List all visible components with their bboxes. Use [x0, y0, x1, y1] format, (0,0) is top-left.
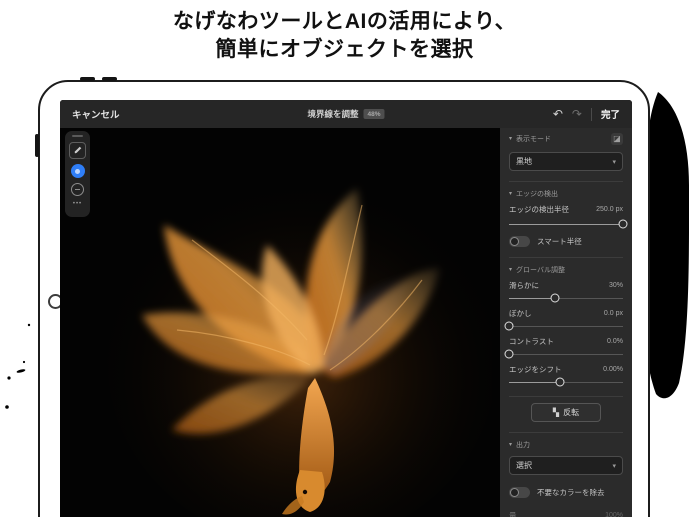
- contrast-slider[interactable]: [509, 348, 623, 360]
- toolbar-drag-handle[interactable]: [72, 135, 83, 137]
- brush-icon: [73, 146, 82, 155]
- divider: [509, 396, 623, 397]
- decontaminate-label: 不要なカラーを除去: [537, 487, 605, 498]
- shift-edge-value: 0.00%: [603, 366, 623, 373]
- feather-value: 0.0 px: [604, 310, 623, 317]
- slider-knob[interactable]: [619, 220, 628, 229]
- feather-label: ぼかし: [509, 308, 532, 319]
- global-adjust-label: グローバル調整: [516, 265, 565, 275]
- contrast-label: コントラスト: [509, 336, 554, 347]
- output-label: 出力: [516, 440, 530, 450]
- page: なげなわツールとAIの活用により、簡単にオブジェクトを選択 キャンセル 境界線を…: [0, 0, 689, 517]
- radius-slider[interactable]: [509, 218, 623, 230]
- betta-fish-image: [72, 130, 492, 517]
- chevron-down-icon: ▾: [612, 462, 616, 470]
- feather-slider[interactable]: [509, 320, 623, 332]
- app-bar-title-group: 境界線を調整 48%: [307, 108, 384, 120]
- divider: [509, 432, 623, 433]
- volume-button-2: [102, 77, 117, 81]
- display-mode-label: 表示モード: [516, 134, 551, 144]
- brush-tool-button[interactable]: [69, 142, 86, 159]
- smart-radius-label: スマート半径: [537, 236, 582, 247]
- divider: [591, 108, 592, 121]
- app-bar-actions: ↶ ↷ 完了: [553, 107, 620, 121]
- slider-knob[interactable]: [505, 350, 514, 359]
- app-screen: キャンセル 境界線を調整 48% ↶ ↷ 完了: [60, 100, 632, 517]
- amount-row: 量 100%: [509, 510, 623, 517]
- radius-row: エッジの検出半径 250.0 px: [509, 204, 623, 215]
- tool-bar: •••: [65, 131, 90, 217]
- display-mode-dropdown[interactable]: 黒地 ▾: [509, 152, 623, 171]
- divider: [509, 257, 623, 258]
- smooth-value: 30%: [609, 282, 623, 289]
- radius-label: エッジの検出半径: [509, 204, 569, 215]
- smooth-label: 滑らかに: [509, 280, 539, 291]
- invert-icon: ▚: [553, 409, 559, 417]
- radius-value: 250.0 px: [596, 206, 623, 213]
- edge-detection-header[interactable]: ▾ エッジの検出: [509, 189, 623, 199]
- display-mode-value: 黒地: [516, 156, 532, 167]
- minus-icon: [75, 189, 80, 191]
- chevron-down-icon: ▾: [509, 442, 512, 448]
- app-bar: キャンセル 境界線を調整 48% ↶ ↷ 完了: [60, 100, 632, 128]
- shift-edge-row: エッジをシフト 0.00%: [509, 364, 623, 375]
- done-button[interactable]: 完了: [601, 107, 620, 121]
- slider-knob[interactable]: [505, 322, 514, 331]
- chevron-down-icon: ▾: [509, 191, 512, 197]
- slider-knob[interactable]: [550, 294, 559, 303]
- preview-toggle-icon[interactable]: ◪: [611, 133, 623, 145]
- power-button: [35, 134, 39, 157]
- volume-button-1: [80, 77, 95, 81]
- contrast-row: コントラスト 0.0%: [509, 336, 623, 347]
- output-header[interactable]: ▾ 出力: [509, 440, 623, 450]
- zoom-badge: 48%: [364, 109, 385, 119]
- display-mode-header[interactable]: ▾ 表示モード: [509, 134, 551, 144]
- smooth-row: 滑らかに 30%: [509, 280, 623, 291]
- shift-edge-slider[interactable]: [509, 376, 623, 388]
- smart-radius-toggle[interactable]: [509, 236, 530, 247]
- amount-label: 量: [509, 510, 517, 517]
- add-icon: [75, 169, 80, 174]
- add-selection-button[interactable]: [71, 164, 85, 178]
- global-adjust-header[interactable]: ▾ グローバル調整: [509, 265, 623, 275]
- tablet-mockup: キャンセル 境界線を調整 48% ↶ ↷ 完了: [38, 80, 650, 517]
- chevron-down-icon: ▾: [612, 158, 616, 166]
- refine-edge-panel: ▾ 表示モード ◪ 黒地 ▾ ▾ エッジの検出 エッジの検出半径 250.0 p…: [500, 128, 632, 517]
- cancel-button[interactable]: キャンセル: [72, 107, 120, 121]
- redo-icon[interactable]: ↷: [572, 108, 582, 120]
- amount-value: 100%: [605, 512, 623, 517]
- decontaminate-toggle[interactable]: [509, 487, 530, 498]
- edge-detection-label: エッジの検出: [516, 189, 558, 199]
- smooth-slider[interactable]: [509, 292, 623, 304]
- chevron-down-icon: ▾: [509, 267, 512, 273]
- shift-edge-label: エッジをシフト: [509, 364, 562, 375]
- decontaminate-row: 不要なカラーを除去: [509, 487, 623, 498]
- smart-radius-row: スマート半径: [509, 236, 623, 247]
- divider: [509, 181, 623, 182]
- more-options-button[interactable]: •••: [73, 201, 82, 207]
- output-value: 選択: [516, 460, 532, 471]
- invert-button-label: 反転: [563, 407, 579, 418]
- contrast-value: 0.0%: [607, 338, 623, 345]
- output-dropdown[interactable]: 選択 ▾: [509, 456, 623, 475]
- chevron-down-icon: ▾: [509, 136, 512, 142]
- refine-edge-title: 境界線を調整: [307, 108, 358, 120]
- canvas[interactable]: [60, 128, 500, 517]
- undo-icon[interactable]: ↶: [553, 108, 563, 120]
- feather-row: ぼかし 0.0 px: [509, 308, 623, 319]
- slider-knob[interactable]: [556, 378, 565, 387]
- subtract-selection-button[interactable]: [71, 183, 84, 196]
- invert-button[interactable]: ▚ 反転: [531, 403, 601, 422]
